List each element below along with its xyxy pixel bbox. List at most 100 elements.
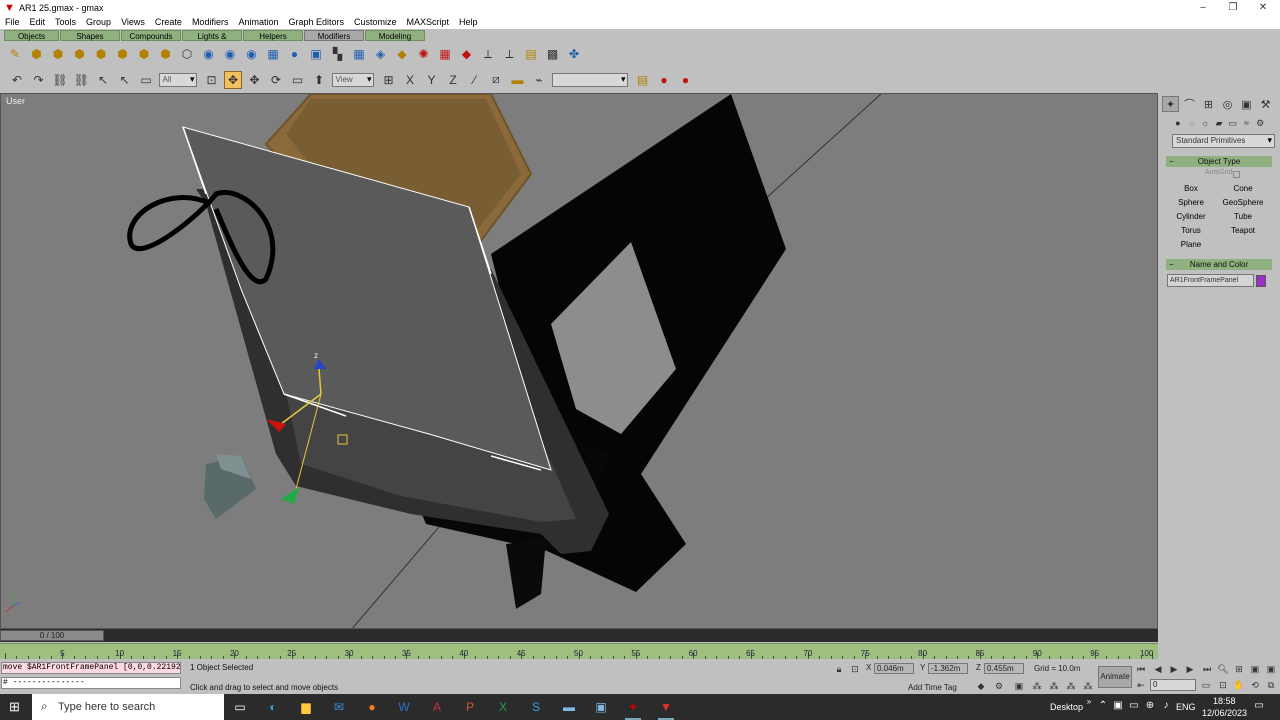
cone-button[interactable]: Cone: [1218, 183, 1268, 195]
gmax-window-taskbar-icon[interactable]: ▼: [656, 698, 676, 720]
menu-customize[interactable]: Customize: [349, 17, 402, 27]
maximize-button[interactable]: ❐: [1218, 0, 1248, 15]
menu-group[interactable]: Group: [81, 17, 116, 27]
stretch-modifier-icon[interactable]: ⬢: [92, 45, 110, 63]
minimize-button[interactable]: –: [1188, 0, 1218, 15]
spherify-modifier-icon[interactable]: ●: [286, 45, 304, 63]
cameras-icon[interactable]: ▰: [1213, 117, 1225, 129]
modify-tab-icon[interactable]: ⌒: [1181, 96, 1198, 112]
close-button[interactable]: ✕: [1248, 0, 1278, 15]
scale-icon[interactable]: ▭: [289, 71, 307, 89]
key-filter-icon[interactable]: ▣: [1012, 680, 1026, 692]
menu-animation[interactable]: Animation: [233, 17, 283, 27]
rotate-icon[interactable]: ⟳: [267, 71, 285, 89]
excel-icon[interactable]: X: [493, 698, 513, 716]
helpers-icon[interactable]: ▭: [1227, 117, 1239, 129]
current-frame-field[interactable]: 0: [1150, 679, 1196, 691]
noise-modifier-icon[interactable]: ⬢: [71, 45, 89, 63]
menu-modifiers[interactable]: Modifiers: [187, 17, 234, 27]
unlink-selection-icon[interactable]: ⛓: [73, 71, 91, 89]
menu-views[interactable]: Views: [116, 17, 150, 27]
name-and-color-rollout-header[interactable]: Name and Color: [1166, 259, 1272, 270]
zoom-extents-all-icon[interactable]: ▣: [1264, 663, 1278, 675]
previous-frame-icon[interactable]: ◀: [1151, 663, 1165, 675]
uvw-xform-modifier-icon[interactable]: ▦: [264, 45, 282, 63]
set-key-icon[interactable]: ⚙: [992, 680, 1006, 692]
cylinder-button[interactable]: Cylinder: [1166, 211, 1216, 223]
key-mode-icon[interactable]: ⁂: [1047, 680, 1061, 692]
normal-modifier-icon[interactable]: ⟂: [479, 45, 497, 63]
y-coordinate-field[interactable]: -1.362m: [928, 663, 968, 674]
file-explorer-icon[interactable]: ▆: [296, 698, 316, 716]
play-icon[interactable]: ▶: [1167, 663, 1181, 675]
bend-modifier-icon[interactable]: ✎: [6, 45, 24, 63]
tab-modeling[interactable]: Modeling: [365, 30, 425, 41]
mesh-smooth-modifier-icon[interactable]: ▦: [350, 45, 368, 63]
systems-icon[interactable]: ⚙: [1254, 117, 1266, 129]
window-crossing-icon[interactable]: ⊡: [203, 71, 221, 89]
menu-edit[interactable]: Edit: [25, 17, 51, 27]
tube-button[interactable]: Tube: [1218, 211, 1268, 223]
tab-compounds[interactable]: Compounds: [121, 30, 181, 41]
access-icon[interactable]: A: [427, 698, 447, 716]
z-coordinate-field[interactable]: 0.455m: [984, 663, 1024, 674]
zoom-all-icon[interactable]: ⊞: [1232, 663, 1246, 675]
object-type-rollout-header[interactable]: Object Type: [1166, 156, 1272, 167]
object-color-swatch[interactable]: [1256, 274, 1266, 287]
key-tangent-icon[interactable]: ⁂: [1030, 680, 1044, 692]
go-to-start-icon[interactable]: ⏮: [1134, 663, 1148, 675]
next-frame-icon[interactable]: ▶: [1183, 663, 1197, 675]
absolute-mode-icon[interactable]: ⊡: [848, 663, 862, 675]
maximize-viewport-icon[interactable]: ⧉: [1264, 679, 1278, 691]
tab-lights-cameras[interactable]: Lights & Cameras: [182, 30, 242, 52]
skew-modifier-icon[interactable]: ⬢: [135, 45, 153, 63]
perspective-viewport[interactable]: z User: [0, 93, 1158, 629]
object-name-field[interactable]: AR1FrontFramePanel: [1167, 274, 1254, 287]
squeeze-modifier-icon[interactable]: ⬢: [114, 45, 132, 63]
volume-icon[interactable]: ♪: [1159, 699, 1173, 713]
mesh-select-modifier-icon[interactable]: ◆: [458, 45, 476, 63]
array-icon[interactable]: ⌁: [530, 71, 548, 89]
region-zoom-icon[interactable]: ⊡: [1216, 679, 1230, 691]
region-select-icon[interactable]: ▭: [137, 71, 155, 89]
key-mode-toggle-icon[interactable]: ⇤: [1134, 679, 1148, 691]
tray-app-icon[interactable]: ▣: [1111, 699, 1125, 713]
battery-icon[interactable]: ▭: [1127, 699, 1141, 713]
hierarchy-tab-icon[interactable]: ⊞: [1200, 96, 1217, 112]
named-selection-dropdown[interactable]: [551, 72, 628, 87]
multi-material-modifier-icon[interactable]: ✤: [565, 45, 583, 63]
tab-objects[interactable]: Objects: [4, 30, 59, 41]
mail-icon[interactable]: ✉: [329, 698, 349, 716]
notifications-icon[interactable]: ▭: [1252, 699, 1266, 713]
select-and-move-icon[interactable]: ✥: [224, 70, 242, 89]
reference-coordinate-dropdown[interactable]: View: [331, 72, 374, 87]
primitive-category-dropdown[interactable]: Standard Primitives: [1172, 134, 1275, 148]
ffd-modifier-icon[interactable]: ⬢: [157, 45, 175, 63]
clock-time[interactable]: 18:58: [1213, 696, 1236, 706]
uvw-map-modifier-icon[interactable]: ◉: [200, 45, 218, 63]
map-scaler-modifier-icon[interactable]: ◉: [243, 45, 261, 63]
clock-date[interactable]: 12/06/2023: [1202, 708, 1247, 718]
restrict-xy-icon[interactable]: ⁄: [466, 71, 484, 89]
desktop-toolbar-label[interactable]: Desktop: [1050, 702, 1083, 712]
word-icon[interactable]: W: [394, 698, 414, 716]
skype-icon[interactable]: S: [526, 698, 546, 716]
track-bar[interactable]: 0510152025303540455055606570758085909510…: [0, 643, 1158, 659]
edit-mesh-modifier-icon[interactable]: ◆: [393, 45, 411, 63]
zoom-extents-icon[interactable]: ▣: [1248, 663, 1262, 675]
time-config-icon[interactable]: ⁂: [1064, 680, 1078, 692]
gmax-taskbar-icon[interactable]: ✦: [623, 698, 643, 720]
edge-browser-icon[interactable]: ◐: [263, 698, 283, 716]
space-warps-icon[interactable]: ≈: [1241, 117, 1253, 129]
key-settings-icon[interactable]: ⁂: [1081, 680, 1095, 692]
twist-modifier-icon[interactable]: ⬢: [49, 45, 67, 63]
menu-help[interactable]: Help: [454, 17, 483, 27]
selection-filter-dropdown[interactable]: All: [158, 72, 197, 87]
arc-rotate-icon[interactable]: ⟲: [1248, 679, 1262, 691]
network-icon[interactable]: ⊕: [1143, 699, 1157, 713]
tab-shapes[interactable]: Shapes: [60, 30, 120, 41]
motion-tab-icon[interactable]: ◎: [1219, 96, 1236, 112]
viewport-label[interactable]: User: [6, 96, 25, 106]
field-of-view-icon[interactable]: ▭: [1199, 679, 1213, 691]
select-and-rotate-icon[interactable]: ✥: [246, 71, 264, 89]
